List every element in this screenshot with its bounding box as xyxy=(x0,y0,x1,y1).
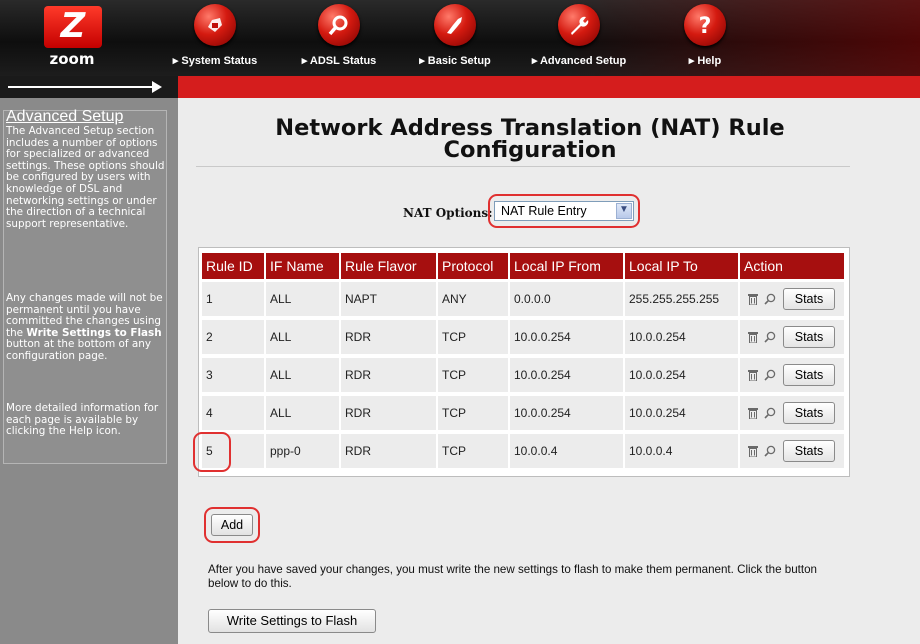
table-cell-rule-flavor: RDR xyxy=(341,320,436,354)
status-icon xyxy=(194,4,236,46)
sidebar-intro: The Advanced Setup section includes a nu… xyxy=(6,125,165,230)
nav-help[interactable]: ? ▸ Help xyxy=(650,0,760,76)
col-rule-id: Rule ID xyxy=(202,253,264,279)
col-action: Action xyxy=(740,253,844,279)
table-cell-local-ip-to: 10.0.0.4 xyxy=(625,434,738,468)
title-divider xyxy=(196,166,850,167)
table-cell-local-ip-from: 10.0.0.254 xyxy=(510,396,623,430)
table-cell-if-name: ALL xyxy=(266,282,339,316)
nav-advanced-setup[interactable]: ▸ Advanced Setup xyxy=(524,0,634,76)
nav-basic-setup[interactable]: ▸ Basic Setup xyxy=(400,0,510,76)
trash-icon[interactable] xyxy=(748,370,758,381)
arrow-line xyxy=(8,86,158,88)
table-cell-rule-id: 4 xyxy=(202,396,264,430)
nav-adsl-status[interactable]: ▸ ADSL Status xyxy=(284,0,394,76)
table-cell-local-ip-from: 10.0.0.254 xyxy=(510,358,623,392)
magnifier-icon xyxy=(318,4,360,46)
nat-options-label: NAT Options: xyxy=(403,206,493,220)
view-magnifier-icon[interactable] xyxy=(764,445,776,457)
view-magnifier-icon[interactable] xyxy=(764,407,776,419)
col-local-ip-from: Local IP From xyxy=(510,253,623,279)
top-header: Z zoom ▸ System Status ▸ ADSL Status ▸ B… xyxy=(0,0,920,76)
table-cell-protocol: TCP xyxy=(438,320,508,354)
stats-button[interactable]: Stats xyxy=(783,364,835,386)
question-icon: ? xyxy=(684,4,726,46)
table-cell-if-name: ppp-0 xyxy=(266,434,339,468)
view-magnifier-icon[interactable] xyxy=(764,331,776,343)
view-magnifier-icon[interactable] xyxy=(764,369,776,381)
zoom-logo[interactable]: Z zoom xyxy=(28,4,116,70)
table-cell-local-ip-from: 0.0.0.0 xyxy=(510,282,623,316)
stats-button[interactable]: Stats xyxy=(783,402,835,424)
table-cell-if-name: ALL xyxy=(266,320,339,354)
table-cell-protocol: TCP xyxy=(438,358,508,392)
table-cell-protocol: TCP xyxy=(438,396,508,430)
rule-id-highlight xyxy=(193,432,231,472)
col-rule-flavor: Rule Flavor xyxy=(341,253,436,279)
table-cell-rule-flavor: RDR xyxy=(341,358,436,392)
table-cell-if-name: ALL xyxy=(266,358,339,392)
nav-label: ▸ Advanced Setup xyxy=(531,55,627,67)
nav-system-status[interactable]: ▸ System Status xyxy=(160,0,270,76)
nav-label: ▸ Help xyxy=(688,55,722,67)
write-settings-to-flash-button[interactable]: Write Settings to Flash xyxy=(208,609,376,633)
table-cell-if-name: ALL xyxy=(266,396,339,430)
hand-icon xyxy=(434,4,476,46)
table-cell-local-ip-to: 10.0.0.254 xyxy=(625,320,738,354)
logo-text: zoom xyxy=(49,50,95,68)
col-if-name: IF Name xyxy=(266,253,339,279)
stats-button[interactable]: Stats xyxy=(783,288,835,310)
col-protocol: Protocol xyxy=(438,253,508,279)
nav-label: ▸ System Status xyxy=(172,55,258,67)
table-cell-rule-flavor: RDR xyxy=(341,396,436,430)
trash-icon[interactable] xyxy=(748,446,758,457)
stats-button[interactable]: Stats xyxy=(783,440,835,462)
table-cell-local-ip-to: 10.0.0.254 xyxy=(625,396,738,430)
page-title: Network Address Translation (NAT) Rule C… xyxy=(275,115,785,163)
sidebar-title[interactable]: Advanced Setup xyxy=(6,108,123,126)
stats-button[interactable]: Stats xyxy=(783,326,835,348)
table-cell-protocol: ANY xyxy=(438,282,508,316)
trash-icon[interactable] xyxy=(748,408,758,419)
svg-text:?: ? xyxy=(699,14,712,37)
table-cell-rule-flavor: NAPT xyxy=(341,282,436,316)
trash-icon[interactable] xyxy=(748,294,758,305)
trash-icon[interactable] xyxy=(748,332,758,343)
table-cell-rule-id: 1 xyxy=(202,282,264,316)
table-cell-local-ip-to: 10.0.0.254 xyxy=(625,358,738,392)
table-cell-local-ip-from: 10.0.0.4 xyxy=(510,434,623,468)
nat-options-highlight xyxy=(488,194,640,228)
table-cell-rule-id: 2 xyxy=(202,320,264,354)
table-cell-protocol: TCP xyxy=(438,434,508,468)
nav-label: ▸ ADSL Status xyxy=(301,55,377,67)
view-magnifier-icon[interactable] xyxy=(764,293,776,305)
wrench-icon xyxy=(558,4,600,46)
table-cell-rule-id: 3 xyxy=(202,358,264,392)
table-cell-local-ip-to: 255.255.255.255 xyxy=(625,282,738,316)
sidebar-warning: Any changes made will not be permanent u… xyxy=(6,292,163,362)
logo-letter: Z xyxy=(60,6,86,46)
arrow-icon xyxy=(152,81,162,93)
sidebar-more-info: More detailed information for each page … xyxy=(6,402,159,438)
col-local-ip-to: Local IP To xyxy=(625,253,738,279)
table-cell-rule-flavor: RDR xyxy=(341,434,436,468)
table-cell-local-ip-from: 10.0.0.254 xyxy=(510,320,623,354)
add-button-highlight xyxy=(204,507,260,543)
nav-label: ▸ Basic Setup xyxy=(419,55,491,67)
flash-instructions: After you have saved your changes, you m… xyxy=(208,563,817,590)
